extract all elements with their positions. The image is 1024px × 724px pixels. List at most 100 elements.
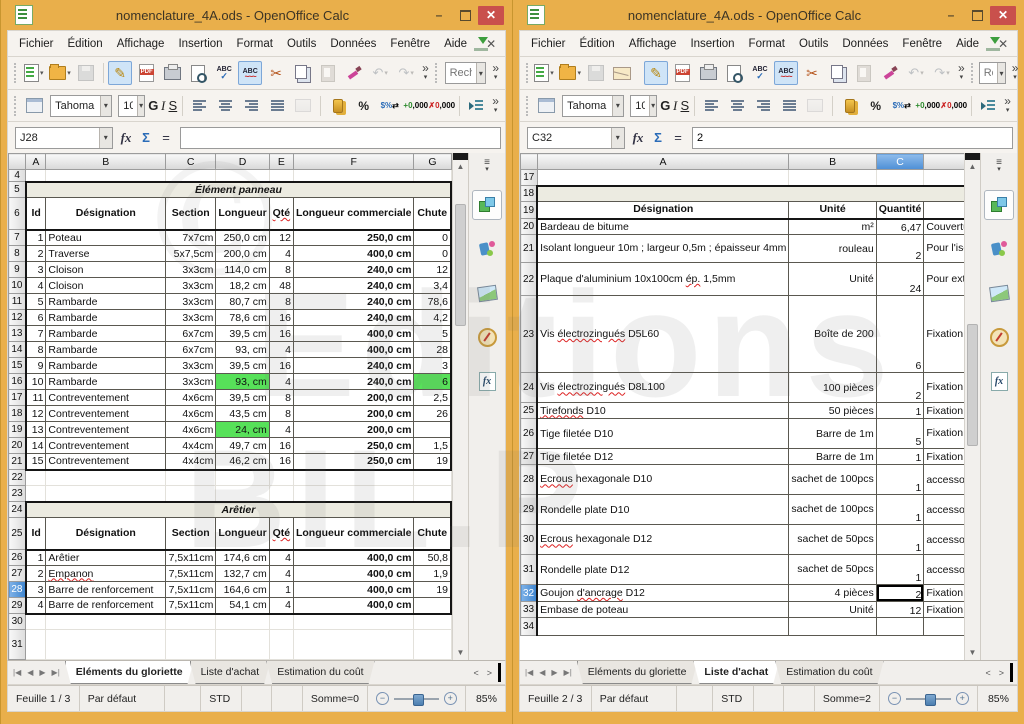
- copy-button[interactable]: [290, 61, 314, 85]
- zoom-out-icon[interactable]: −: [888, 692, 901, 705]
- cell[interactable]: sachet de 50pcs: [789, 525, 876, 555]
- sheet-tab[interactable]: Eléments du gloriette: [577, 661, 698, 684]
- cell[interactable]: 4: [269, 246, 293, 262]
- row-header-11[interactable]: 11: [9, 294, 26, 310]
- cell[interactable]: 7,5x11cm: [166, 550, 216, 566]
- toolbar-grip[interactable]: [14, 63, 18, 83]
- cell[interactable]: Bardeau de bitume: [537, 219, 789, 235]
- undo-button[interactable]: ↶▾: [368, 61, 392, 85]
- cell[interactable]: Tige filetée D12: [537, 449, 789, 465]
- percent-icon[interactable]: %: [358, 99, 369, 113]
- menu-fichier[interactable]: Fichier: [12, 35, 61, 53]
- cell[interactable]: 4x6cm: [166, 390, 216, 406]
- cell[interactable]: [293, 614, 414, 630]
- new-document-button[interactable]: ▾: [532, 61, 556, 85]
- font-size-dropdown-icon[interactable]: ▾: [137, 96, 144, 116]
- paste-button[interactable]: [316, 61, 340, 85]
- row-header-19[interactable]: 19: [9, 422, 26, 438]
- format-paintbrush-button[interactable]: [878, 61, 902, 85]
- cell[interactable]: 2: [26, 246, 46, 262]
- hscroll-buttons[interactable]: < >: [981, 661, 1008, 684]
- cell[interactable]: 240,0 cm: [293, 358, 414, 374]
- cell[interactable]: 1: [876, 465, 924, 495]
- cell[interactable]: Cloison: [46, 262, 166, 278]
- cell[interactable]: Traverse: [46, 246, 166, 262]
- column-header-C[interactable]: C: [166, 154, 216, 170]
- spreadsheet-grid[interactable]: ABCD1718QUINCAILLERIE19DésignationUnitéQ…: [520, 153, 964, 660]
- cell[interactable]: 7,5x11cm: [166, 566, 216, 582]
- cell[interactable]: 46,2 cm: [216, 454, 269, 470]
- underline-button[interactable]: S: [168, 98, 178, 113]
- row-header-25[interactable]: 25: [521, 403, 538, 419]
- next-sheet-icon[interactable]: ▶: [548, 668, 560, 677]
- bold-button[interactable]: G: [660, 98, 670, 113]
- cell[interactable]: 240,0 cm: [293, 294, 414, 310]
- align-center-button[interactable]: [725, 94, 749, 118]
- cell[interactable]: Contreventement: [46, 422, 166, 438]
- sidebar-gallery-button[interactable]: [472, 278, 502, 308]
- cell[interactable]: 6: [26, 310, 46, 326]
- cell[interactable]: Embase de poteau: [537, 602, 789, 618]
- cell[interactable]: 240,0 cm: [293, 374, 414, 390]
- cell[interactable]: m²: [789, 219, 876, 235]
- row-header-29[interactable]: 29: [521, 495, 538, 525]
- cell[interactable]: 78,6 cm: [216, 310, 269, 326]
- menu-fenêtre[interactable]: Fenêtre: [383, 35, 437, 53]
- cell[interactable]: 250,0 cm: [293, 230, 414, 246]
- font-size-dropdown-icon[interactable]: ▾: [649, 96, 656, 116]
- paste-button[interactable]: [852, 61, 876, 85]
- find-toolbar-grip[interactable]: [435, 63, 439, 83]
- search-input[interactable]: [446, 65, 476, 81]
- cell[interactable]: Boîte de 200: [789, 296, 876, 373]
- cell[interactable]: [537, 618, 789, 636]
- cell[interactable]: [166, 470, 216, 486]
- cell[interactable]: 9: [26, 358, 46, 374]
- cell[interactable]: 8: [26, 342, 46, 358]
- cell[interactable]: 250,0 cm: [293, 454, 414, 470]
- cell[interactable]: 48: [269, 278, 293, 294]
- cell[interactable]: Poteau: [46, 230, 166, 246]
- cell[interactable]: [26, 630, 46, 660]
- cell[interactable]: 28: [414, 342, 451, 358]
- redo-button[interactable]: ↷▾: [930, 61, 954, 85]
- cell[interactable]: [414, 614, 451, 630]
- find-toolbar-grip[interactable]: [971, 63, 973, 83]
- cell[interactable]: 11: [26, 390, 46, 406]
- cell[interactable]: Longueur commerciale: [293, 518, 414, 550]
- add-decimal-button[interactable]: +0,000: [916, 94, 940, 118]
- cell[interactable]: [414, 598, 451, 614]
- cell[interactable]: [414, 422, 451, 438]
- cell[interactable]: 5: [26, 294, 46, 310]
- cell[interactable]: 15: [26, 454, 46, 470]
- cell[interactable]: Rambarde: [46, 294, 166, 310]
- cell[interactable]: 4: [269, 422, 293, 438]
- delete-decimal-button[interactable]: ✗0,000: [942, 94, 966, 118]
- font-name-input[interactable]: [51, 98, 99, 114]
- cell[interactable]: [924, 170, 964, 186]
- cell[interactable]: [269, 170, 293, 182]
- cell[interactable]: 2: [876, 585, 924, 602]
- cell[interactable]: 39,5 cm: [216, 390, 269, 406]
- cell[interactable]: 3x3cm: [166, 294, 216, 310]
- cell[interactable]: 50,8: [414, 550, 451, 566]
- find-toolbar-overflow-button[interactable]: »▾: [1009, 63, 1022, 83]
- cell[interactable]: Ecrous hexagonale D12: [537, 525, 789, 555]
- pdf-export-button[interactable]: [134, 61, 158, 85]
- cell[interactable]: 200,0 cm: [293, 422, 414, 438]
- hscroll-left-icon[interactable]: <: [469, 668, 482, 678]
- row-header-5[interactable]: 5: [9, 182, 26, 198]
- row-header-26[interactable]: 26: [9, 550, 26, 566]
- function-wizard-button[interactable]: fx: [628, 130, 648, 146]
- toolbar-overflow-button[interactable]: »▾: [419, 63, 432, 83]
- scroll-up-icon[interactable]: ▲: [453, 160, 468, 174]
- print-button[interactable]: [160, 61, 184, 85]
- cell[interactable]: [924, 618, 964, 636]
- cell[interactable]: 39,5 cm: [216, 358, 269, 374]
- cell[interactable]: 4x4cm: [166, 454, 216, 470]
- row-header-22[interactable]: 22: [9, 470, 26, 486]
- align-right-button[interactable]: [239, 94, 263, 118]
- cell[interactable]: 16: [269, 310, 293, 326]
- next-sheet-icon[interactable]: ▶: [36, 668, 48, 677]
- align-left-button[interactable]: [187, 94, 211, 118]
- first-sheet-icon[interactable]: |◀: [522, 668, 536, 677]
